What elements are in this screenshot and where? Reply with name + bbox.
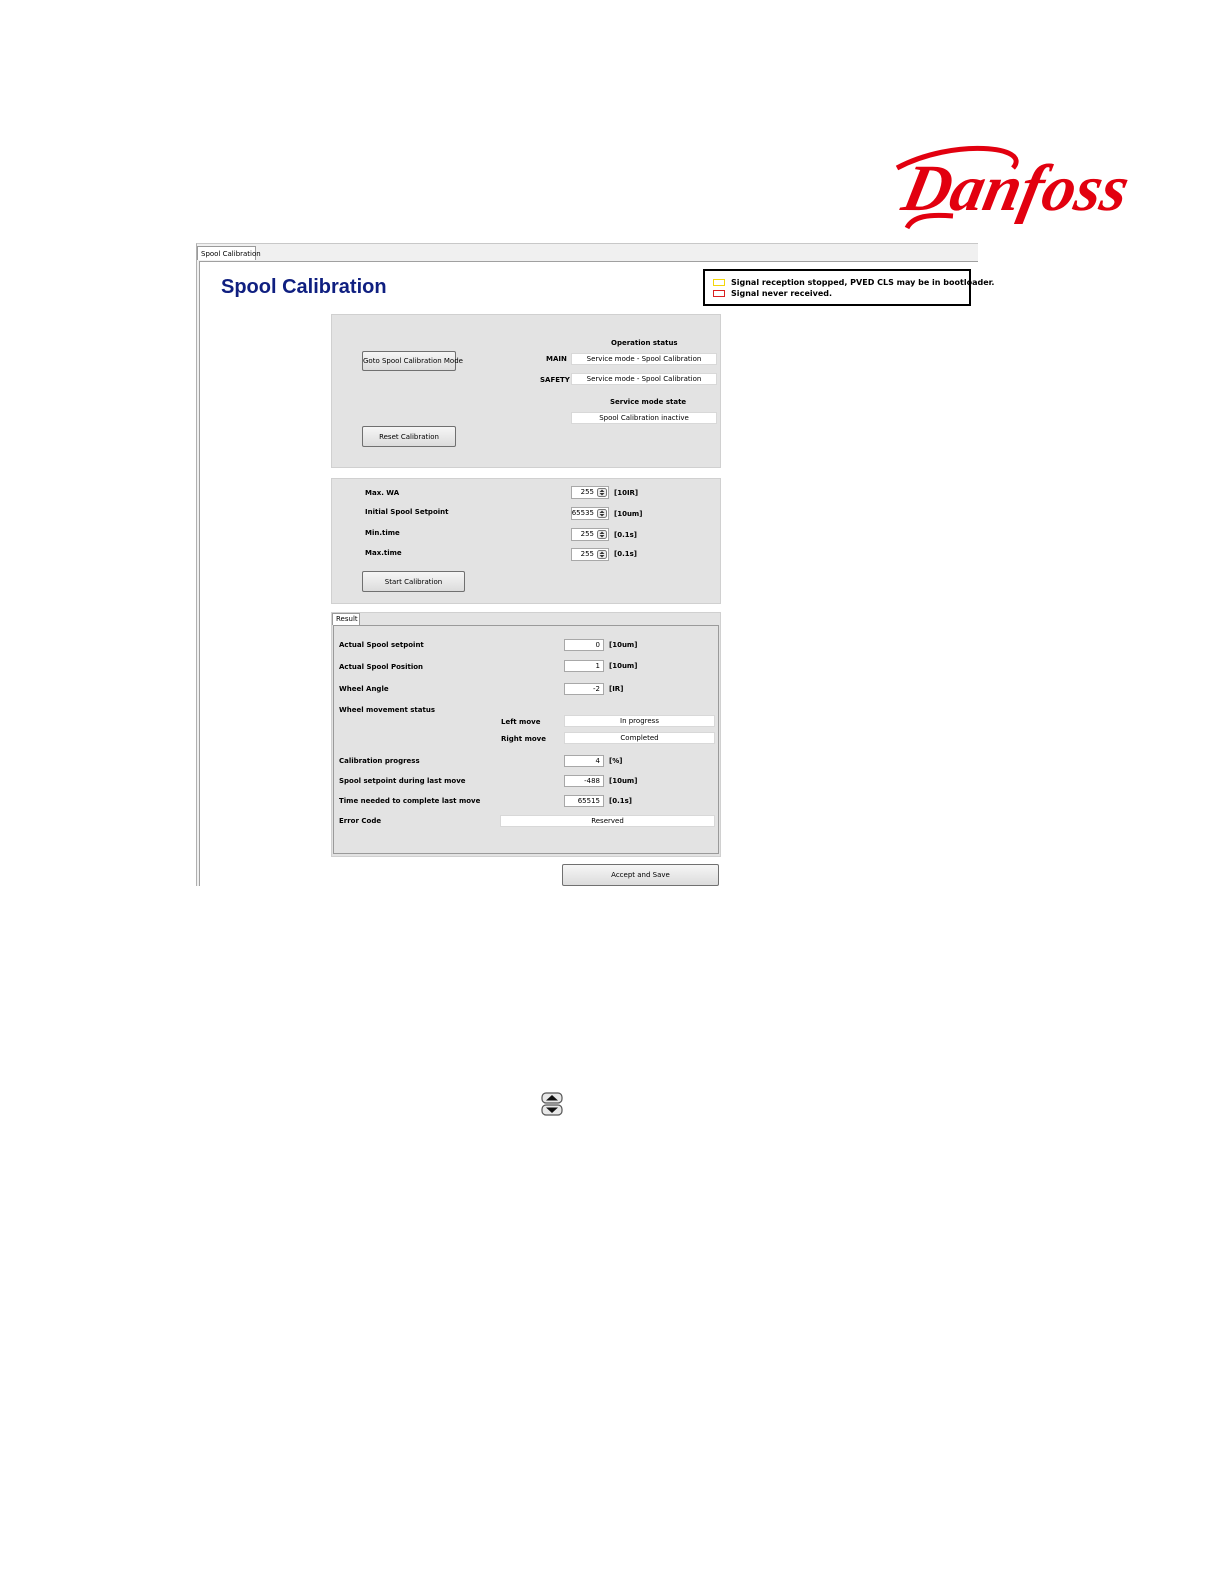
initial-setpoint-label: Initial Spool Setpoint [365, 508, 449, 516]
error-code-field: Reserved [500, 815, 715, 827]
right-move-field: Completed [564, 732, 715, 744]
safety-label: SAFETY [540, 376, 570, 384]
operation-status-heading: Operation status [611, 339, 678, 347]
right-move-label: Right move [501, 735, 546, 743]
time-needed-field: 65515 [564, 795, 604, 807]
main-label: MAIN [546, 355, 567, 363]
yellow-swatch [713, 279, 725, 286]
page-title: Spool Calibration [221, 276, 387, 298]
service-mode-heading: Service mode state [610, 398, 687, 406]
initial-setpoint-value: 65535 [571, 509, 594, 517]
left-move-field: In progress [564, 715, 715, 727]
red-swatch [713, 290, 725, 297]
wheel-angle-field: -2 [564, 683, 604, 695]
legend-red-text: Signal never received. [731, 289, 833, 298]
wheel-movement-label: Wheel movement status [339, 706, 435, 714]
max-wa-value: 255 [580, 488, 594, 496]
wheel-angle-label: Wheel Angle [339, 685, 389, 693]
legend-yellow-row: Signal reception stopped, PVED CLS may b… [713, 278, 994, 287]
error-code-label: Error Code [339, 817, 382, 825]
initial-setpoint-unit: [10um] [614, 510, 643, 518]
initial-setpoint-spinbox[interactable]: 65535 [571, 507, 609, 520]
actual-setpoint-unit: [10um] [609, 641, 638, 649]
actual-setpoint-label: Actual Spool setpoint [339, 641, 424, 649]
parameters-panel: Max. WA 255 [10IR] Initial Spool Setpoin… [331, 478, 721, 604]
progress-label: Calibration progress [339, 757, 420, 765]
spin-arrows-icon[interactable] [597, 488, 607, 497]
spin-buttons-icon [541, 1092, 563, 1116]
spin-arrows-icon[interactable] [597, 509, 607, 518]
service-mode-field: Spool Calibration inactive [571, 412, 717, 424]
tab-spool-calibration[interactable]: Spool Calibration [197, 246, 261, 260]
legend-red-row: Signal never received. [713, 289, 832, 298]
min-time-label: Min.time [365, 529, 400, 537]
progress-unit: [%] [609, 757, 623, 765]
spin-arrows-icon[interactable] [597, 550, 607, 559]
min-time-unit: [0.1s] [614, 531, 637, 539]
time-needed-label: Time needed to complete last move [339, 797, 481, 805]
max-wa-unit: [10IR] [614, 489, 639, 497]
goto-calibration-mode-button[interactable]: Goto Spool Calibration Mode [362, 351, 463, 371]
max-time-spinbox[interactable]: 255 [571, 548, 609, 561]
max-time-unit: [0.1s] [614, 550, 637, 558]
last-setpoint-field: -488 [564, 775, 604, 787]
main-status-field: Service mode - Spool Calibration [571, 353, 717, 365]
max-wa-label: Max. WA [365, 489, 400, 497]
left-move-label: Left move [501, 718, 541, 726]
reset-calibration-button[interactable]: Reset Calibration [362, 426, 456, 447]
wheel-angle-unit: [IR] [609, 685, 624, 693]
actual-setpoint-field: 0 [564, 639, 604, 651]
time-needed-unit: [0.1s] [609, 797, 632, 805]
max-wa-spinbox[interactable]: 255 [571, 486, 609, 499]
min-time-spinbox[interactable]: 255 [571, 528, 609, 541]
max-time-label: Max.time [365, 549, 402, 557]
actual-position-field: 1 [564, 660, 604, 672]
max-time-value: 255 [580, 550, 594, 558]
actual-position-label: Actual Spool Position [339, 663, 424, 671]
accept-and-save-button[interactable]: Accept and Save [562, 864, 719, 886]
start-calibration-button[interactable]: Start Calibration [362, 571, 465, 592]
tab-result[interactable]: Result [332, 613, 360, 625]
signal-legend: Signal reception stopped, PVED CLS may b… [703, 269, 994, 306]
danfoss-logo: Danfoss [895, 145, 1135, 230]
spin-arrows-icon[interactable] [597, 530, 607, 539]
legend-yellow-text: Signal reception stopped, PVED CLS may b… [731, 278, 995, 287]
safety-status-field: Service mode - Spool Calibration [571, 373, 717, 385]
mode-panel: Goto Spool Calibration Mode Reset Calibr… [331, 314, 721, 468]
last-setpoint-label: Spool setpoint during last move [339, 777, 466, 785]
actual-position-unit: [10um] [609, 662, 638, 670]
progress-field: 4 [564, 755, 604, 767]
min-time-value: 255 [580, 530, 594, 538]
last-setpoint-unit: [10um] [609, 777, 638, 785]
